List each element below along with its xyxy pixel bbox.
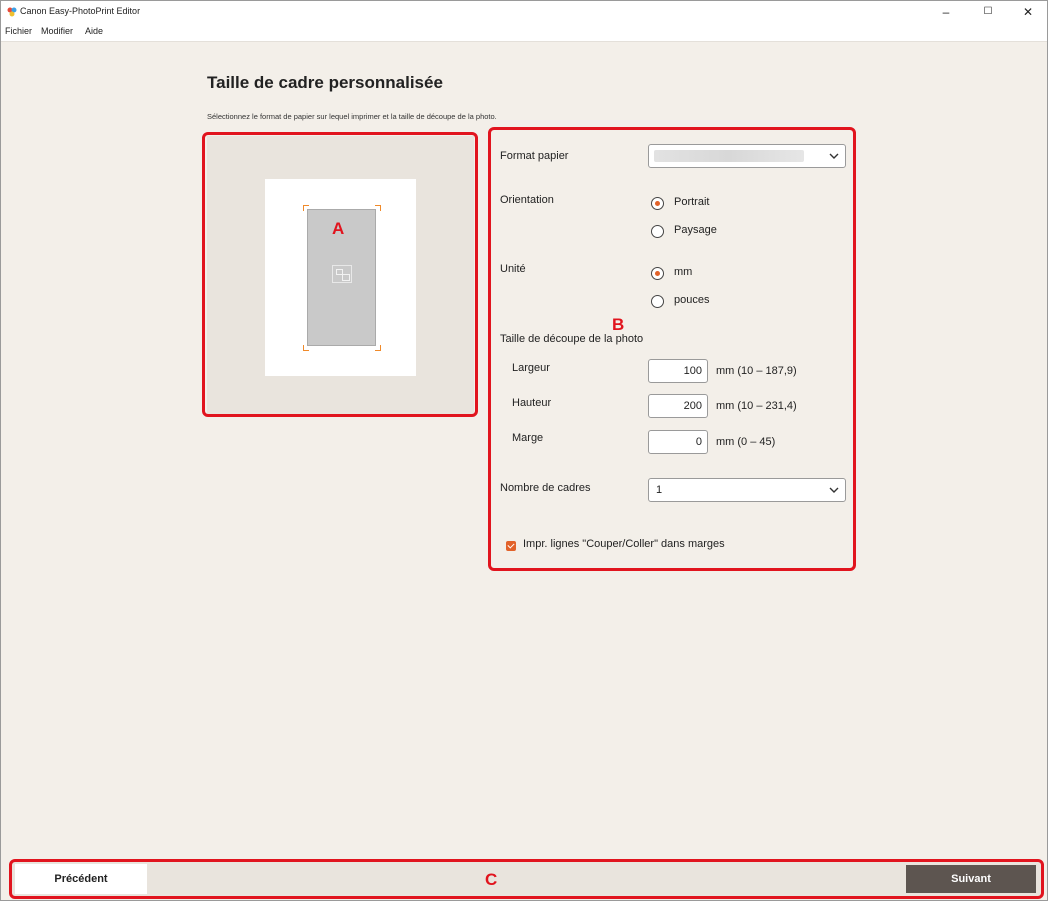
window-title: Canon Easy-PhotoPrint Editor	[20, 6, 141, 16]
callout-label-c: C	[485, 870, 498, 889]
callout-box-b	[488, 127, 856, 571]
app-window: Canon Easy-PhotoPrint Editor – ☐ ✕ Fichi…	[0, 0, 1048, 901]
menu-modifier[interactable]: Modifier	[41, 26, 73, 36]
callout-label-b: B	[612, 315, 625, 334]
maximize-button[interactable]: ☐	[977, 5, 999, 19]
callout-box-a	[202, 132, 478, 417]
minimize-button[interactable]: –	[935, 5, 957, 19]
title-bar: Canon Easy-PhotoPrint Editor – ☐ ✕	[1, 1, 1047, 23]
menu-fichier[interactable]: Fichier	[5, 26, 32, 36]
menu-bar: Fichier Modifier Aide	[1, 23, 1047, 42]
menu-aide[interactable]: Aide	[85, 26, 103, 36]
page-subtitle: Sélectionnez le format de papier sur leq…	[207, 112, 497, 121]
page-title: Taille de cadre personnalisée	[207, 73, 443, 92]
callout-box-c	[9, 859, 1044, 899]
app-icon	[7, 7, 17, 17]
callout-label-a: A	[332, 219, 345, 238]
close-button[interactable]: ✕	[1017, 5, 1039, 19]
